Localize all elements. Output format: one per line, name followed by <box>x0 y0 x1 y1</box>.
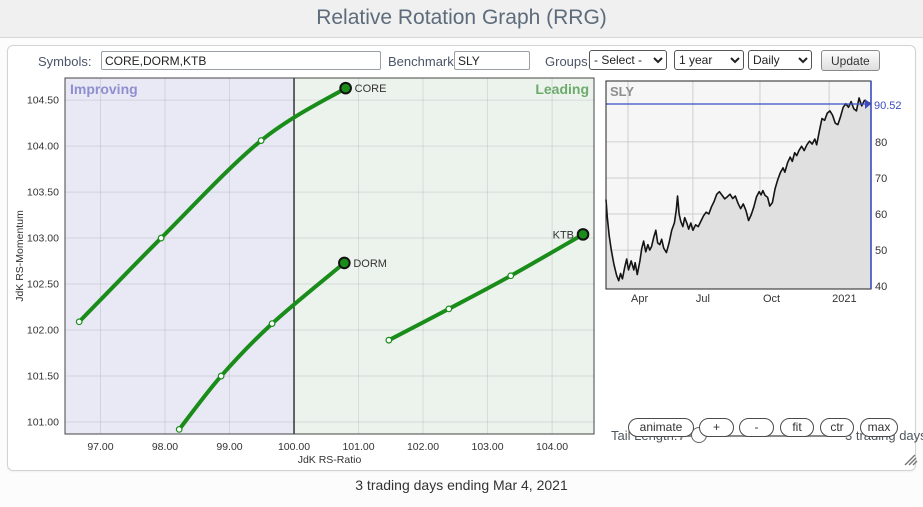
sly-chart-title: SLY <box>610 84 634 99</box>
groups-label: Groups: <box>545 52 591 71</box>
x-axis-title: JdK RS-Ratio <box>298 454 362 466</box>
month-label: Oct <box>763 293 780 305</box>
tail-point <box>258 138 264 144</box>
resize-grip-icon[interactable] <box>901 452 918 466</box>
y-tick-label: 103.00 <box>27 233 59 245</box>
page-title: Relative Rotation Graph (RRG) <box>0 0 923 36</box>
x-tick-label: 101.00 <box>342 441 374 453</box>
symbol-marker-core[interactable] <box>340 83 351 94</box>
max-button[interactable]: max <box>860 418 898 437</box>
tail-point <box>176 427 182 433</box>
symbols-label: Symbols: <box>38 52 91 71</box>
sly-price-chart[interactable]: Apr Jul Oct 2021 40 50 60 70 80 90.52 SLY <box>599 75 919 307</box>
last-price-label: 90.52 <box>874 100 902 112</box>
tail-point <box>158 235 164 241</box>
symbol-marker-ktb[interactable] <box>578 229 589 240</box>
app-header: Relative Rotation Graph (RRG) <box>0 0 923 38</box>
period-select[interactable]: 1 year <box>674 50 744 70</box>
x-tick-label: 104.00 <box>536 441 568 453</box>
rrg-chart[interactable]: 97.00 98.00 99.00 100.00 101.00 102.00 103.00 1… <box>15 71 605 471</box>
price-tick-label: 80 <box>875 137 887 149</box>
zoom-in-button[interactable]: + <box>699 418 734 437</box>
quadrant-label-leading: Leading <box>535 81 589 97</box>
zoom-out-button[interactable]: - <box>739 418 774 437</box>
price-tick-label: 40 <box>875 281 887 293</box>
x-tick-label: 100.00 <box>278 441 310 453</box>
symbol-label-core: CORE <box>355 83 387 95</box>
animate-button[interactable]: animate <box>628 418 694 437</box>
symbol-label-ktb: KTB <box>553 229 574 241</box>
rrg-panel: Symbols: Benchmark: Groups: - Select - 1… <box>7 45 916 471</box>
month-label: Jul <box>696 293 710 305</box>
price-tick-label: 50 <box>875 245 887 257</box>
update-button[interactable]: Update <box>821 50 880 71</box>
y-tick-label: 103.50 <box>27 187 59 199</box>
tail-point <box>508 273 514 279</box>
quadrant-improving <box>65 78 294 434</box>
quadrant-label-improving: Improving <box>70 81 138 97</box>
price-tick-label: 70 <box>875 173 887 185</box>
benchmark-label: Benchmark: <box>388 52 457 71</box>
x-tick-label: 103.00 <box>471 441 503 453</box>
center-button[interactable]: ctr <box>820 418 854 437</box>
rrg-app: Relative Rotation Graph (RRG) Symbols: B… <box>0 0 923 507</box>
fit-button[interactable]: fit <box>780 418 814 437</box>
price-tick-label: 60 <box>875 209 887 221</box>
month-label: Apr <box>631 293 648 305</box>
y-axis-title: JdK RS-Momentum <box>15 210 26 302</box>
y-tick-label: 104.50 <box>27 95 59 107</box>
tail-point <box>218 373 224 379</box>
x-tick-label: 102.00 <box>407 441 439 453</box>
symbol-label-dorm: DORM <box>353 258 387 270</box>
y-tick-label: 101.00 <box>27 417 59 429</box>
frequency-select[interactable]: Daily <box>748 50 812 70</box>
tail-point <box>269 321 275 327</box>
y-tick-label: 104.00 <box>27 141 59 153</box>
tail-point <box>76 319 82 325</box>
benchmark-input[interactable] <box>454 51 530 70</box>
x-tick-label: 98.00 <box>152 441 178 453</box>
month-label: 2021 <box>832 293 856 305</box>
symbols-input[interactable] <box>101 51 381 70</box>
groups-select[interactable]: - Select - <box>589 50 667 70</box>
y-tick-label: 102.00 <box>27 325 59 337</box>
symbol-marker-dorm[interactable] <box>339 258 350 269</box>
footer-status: 3 trading days ending Mar 4, 2021 <box>0 477 923 493</box>
y-tick-label: 102.50 <box>27 279 59 291</box>
tail-point <box>386 337 392 343</box>
tail-point <box>446 306 452 312</box>
x-tick-label: 97.00 <box>87 441 113 453</box>
x-tick-label: 99.00 <box>216 441 242 453</box>
y-tick-label: 101.50 <box>27 371 59 383</box>
